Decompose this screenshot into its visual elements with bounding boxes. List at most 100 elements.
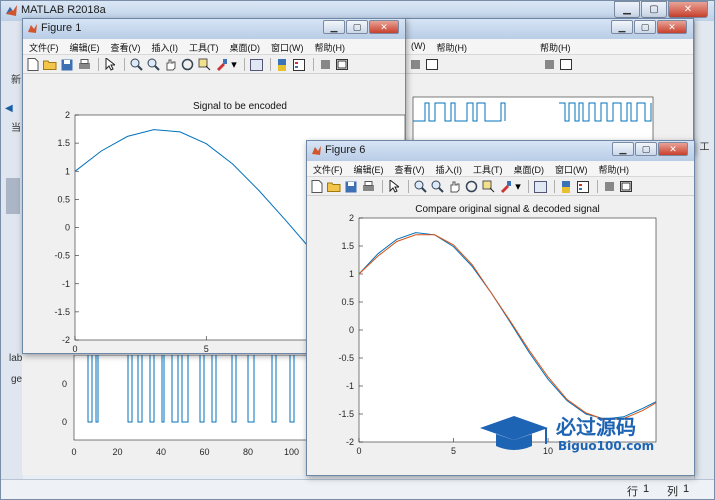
minimize-icon[interactable]: ▁ xyxy=(614,1,640,18)
menu-help[interactable]: 帮助(H) xyxy=(593,161,635,176)
menu-edit[interactable]: 编辑(E) xyxy=(64,39,105,54)
main-left-strip: 新 ◀ 当 lab ge xyxy=(1,21,23,481)
minimize-icon[interactable]: ▁ xyxy=(323,20,345,34)
pan-hand-icon[interactable] xyxy=(163,58,177,72)
link-plot-icon[interactable] xyxy=(249,58,263,72)
menu-window[interactable]: (W) xyxy=(405,39,431,54)
figure-bg-toolbar xyxy=(405,56,693,74)
close-icon[interactable]: ✕ xyxy=(657,20,687,34)
menu-view[interactable]: 查看(V) xyxy=(389,161,430,176)
figure-6-toolbar: ▾ xyxy=(307,178,694,196)
zoom-in-icon[interactable] xyxy=(129,58,143,72)
menu-help[interactable]: 帮助(H) xyxy=(309,39,351,54)
menu-help[interactable]: 帮助(H) xyxy=(431,39,473,54)
menu-view[interactable]: 查看(V) xyxy=(105,39,146,54)
workspace-side-tab[interactable]: 工 xyxy=(695,141,710,151)
menu-file[interactable]: 文件(F) xyxy=(23,39,64,54)
toolbar-separator xyxy=(528,180,529,193)
legend-icon[interactable] xyxy=(576,180,590,194)
main-window-controls: ▁ ▢ ✕ xyxy=(613,1,708,18)
colorbar-icon[interactable] xyxy=(275,58,289,72)
toolbar-separator xyxy=(597,180,598,193)
hide-plot-tools-icon[interactable] xyxy=(318,58,332,72)
matlab-logo-icon xyxy=(5,4,18,20)
figure-bg-title-bar: ▁ ▢ ✕ xyxy=(405,19,693,39)
menu-insert[interactable]: 插入(I) xyxy=(430,161,468,176)
close-icon[interactable]: ✕ xyxy=(658,142,688,156)
menu-tools[interactable]: 工具(T) xyxy=(183,39,224,54)
pointer-icon[interactable] xyxy=(103,58,117,72)
menu-desktop[interactable]: 桌面(D) xyxy=(508,161,550,176)
maximize-icon[interactable]: ▢ xyxy=(346,20,368,34)
y-tick-label: -2 xyxy=(62,335,70,345)
rotate-icon[interactable] xyxy=(180,58,194,72)
y-tick-label: 1.5 xyxy=(341,241,354,251)
figure-background[interactable]: ▁ ▢ ✕ (W) 帮助(H) 帮助(H) xyxy=(404,18,694,154)
binary-x-tick-label: 80 xyxy=(243,447,253,457)
menu-help-2[interactable]: 帮助(H) xyxy=(534,39,576,54)
binary-x-tick-group: 0 20 40 60 80 100 xyxy=(71,447,299,457)
colorbar-icon[interactable] xyxy=(559,180,573,194)
figure-binary-bottom[interactable]: 0 0 0 20 40 60 80 100 xyxy=(22,354,313,475)
pointer-icon[interactable] xyxy=(387,180,401,194)
save-icon[interactable] xyxy=(344,180,358,194)
zoom-out-icon[interactable] xyxy=(146,58,160,72)
link-plot-icon[interactable] xyxy=(533,180,547,194)
minimize-icon[interactable]: ▁ xyxy=(612,142,634,156)
toolbar-separator xyxy=(98,58,99,71)
menu-insert[interactable]: 插入(I) xyxy=(146,39,184,54)
rotate-icon[interactable] xyxy=(464,180,478,194)
zoom-out-icon[interactable] xyxy=(430,180,444,194)
plot-title: Signal to be encoded xyxy=(193,101,287,112)
menu-tools[interactable]: 工具(T) xyxy=(467,161,508,176)
new-figure-icon[interactable] xyxy=(26,58,40,72)
toolbar-separator xyxy=(244,58,245,71)
figure-icon xyxy=(27,23,38,37)
maximize-icon[interactable]: ▢ xyxy=(634,20,656,34)
legend-icon[interactable] xyxy=(292,58,306,72)
plot-tools-icon[interactable] xyxy=(425,58,439,72)
maximize-icon[interactable]: ▢ xyxy=(635,142,657,156)
gray-square-icon[interactable] xyxy=(542,58,556,72)
back-arrow-icon[interactable]: ◀ xyxy=(5,103,13,114)
menu-edit[interactable]: 编辑(E) xyxy=(348,161,389,176)
close-icon[interactable]: ✕ xyxy=(668,1,708,18)
maximize-icon[interactable]: ▢ xyxy=(641,1,667,18)
toolbar-separator xyxy=(270,58,271,71)
print-icon[interactable] xyxy=(77,58,91,72)
gray-square-icon[interactable] xyxy=(408,58,422,72)
dropdown-arrow-icon[interactable]: ▾ xyxy=(231,58,237,72)
binary-y-tick: 0 xyxy=(62,379,67,389)
open-folder-icon[interactable] xyxy=(43,58,57,72)
toolbar-separator xyxy=(382,180,383,193)
new-figure-icon[interactable] xyxy=(310,180,324,194)
zoom-in-icon[interactable] xyxy=(413,180,427,194)
print-icon[interactable] xyxy=(361,180,375,194)
y-tick-label: 0.5 xyxy=(57,194,70,204)
hide-plot-tools-icon[interactable] xyxy=(602,180,616,194)
dropdown-arrow-icon[interactable]: ▾ xyxy=(515,180,521,194)
menu-file[interactable]: 文件(F) xyxy=(307,161,348,176)
minimize-icon[interactable]: ▁ xyxy=(611,20,633,34)
open-folder-icon[interactable] xyxy=(327,180,341,194)
close-icon[interactable]: ✕ xyxy=(369,20,399,34)
menu-window[interactable]: 窗口(W) xyxy=(549,161,593,176)
data-cursor-icon[interactable] xyxy=(197,58,211,72)
binary-y-tick: 0 xyxy=(62,417,67,427)
plot-tools-icon[interactable] xyxy=(559,58,573,72)
figure-bg-controls: ▁ ▢ ✕ xyxy=(610,20,687,34)
y-tick-label: 1 xyxy=(349,269,354,279)
y-tick-label: 1.5 xyxy=(57,138,70,148)
menu-desktop[interactable]: 桌面(D) xyxy=(224,39,266,54)
brush-icon[interactable] xyxy=(214,58,228,72)
show-plot-tools-icon[interactable] xyxy=(335,58,349,72)
save-icon[interactable] xyxy=(60,58,74,72)
show-plot-tools-icon[interactable] xyxy=(619,180,633,194)
data-cursor-icon[interactable] xyxy=(481,180,495,194)
figure-6-title: Figure 6 xyxy=(325,144,366,156)
y-tick-label: 0 xyxy=(65,223,70,233)
toolbar-separator xyxy=(554,180,555,193)
brush-icon[interactable] xyxy=(498,180,512,194)
pan-hand-icon[interactable] xyxy=(447,180,461,194)
menu-window[interactable]: 窗口(W) xyxy=(265,39,309,54)
